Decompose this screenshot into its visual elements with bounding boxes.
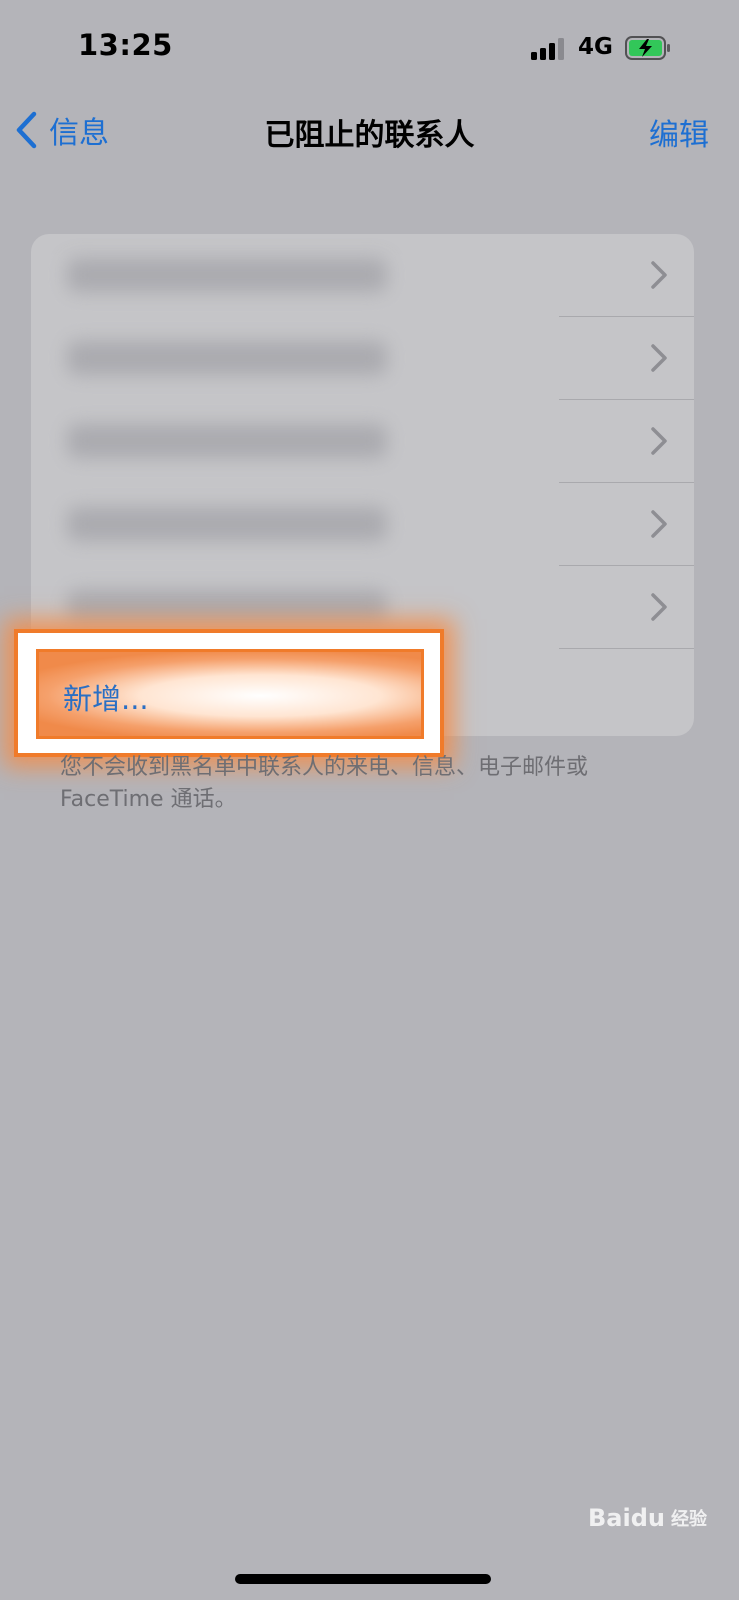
cellular-signal-icon [531,38,567,60]
row-divider [559,648,694,649]
add-new-label: 新增... [63,682,149,716]
obscured-contact-number [67,507,387,541]
status-bar: 13:25 4G [0,0,739,100]
page-title: 已阻止的联系人 [264,118,475,153]
watermark-sub: 经验 [671,1509,707,1530]
chevron-right-icon [651,427,667,455]
obscured-contact-number [67,341,387,375]
blocked-contact-row[interactable] [31,483,694,566]
blocked-contact-row[interactable] [31,234,694,317]
edit-button[interactable]: 编辑 [649,110,709,154]
blocked-contact-row[interactable] [31,317,694,400]
blocked-contact-row[interactable] [31,400,694,483]
chevron-right-icon [651,593,667,621]
status-time: 13:25 [78,28,173,62]
chevron-right-icon [651,510,667,538]
blocked-contacts-footnote: 您不会收到黑名单中联系人的来电、信息、电子邮件或FaceTime 通话。 [60,755,589,812]
watermark-brand: Baidu [588,1504,665,1532]
chevron-right-icon [651,344,667,372]
chevron-right-icon [651,261,667,289]
network-type-label: 4G [578,34,613,60]
obscured-contact-number [67,258,387,292]
obscured-contact-number [67,590,387,624]
navigation-bar: 信息 已阻止的联系人 编辑 [0,100,739,160]
obscured-contact-number [67,424,387,458]
add-new-button[interactable]: 新增... [36,649,424,739]
battery-charging-icon [625,36,671,60]
baidu-jingyan-watermark: Baidu 经验 [588,1504,707,1532]
home-indicator[interactable] [235,1574,491,1584]
tutorial-highlight: 新增... [14,629,444,757]
